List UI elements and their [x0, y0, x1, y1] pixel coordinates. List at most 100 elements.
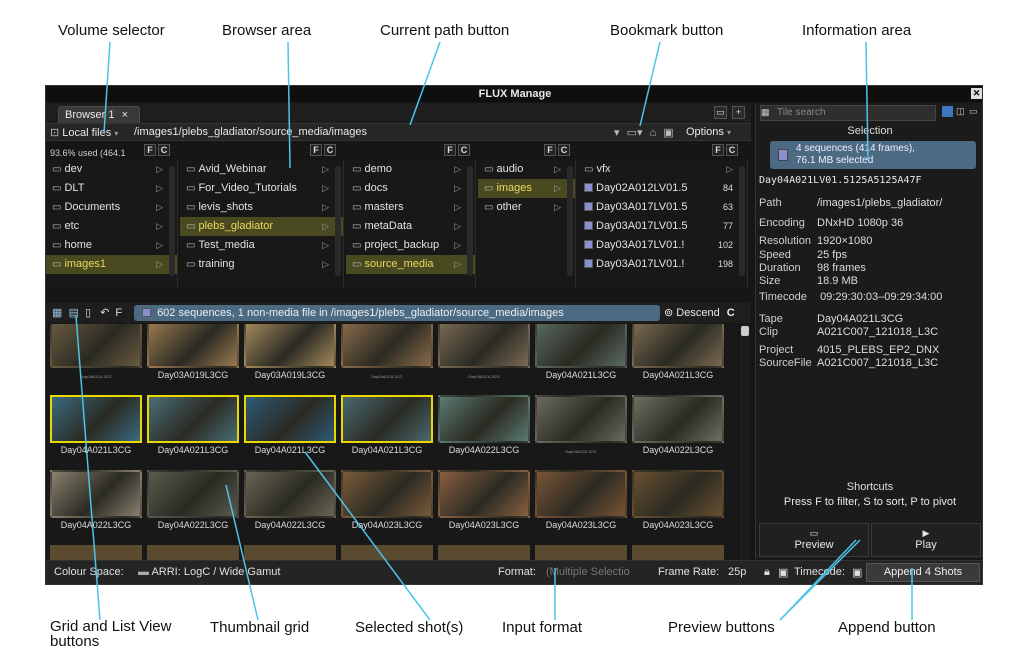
folder-item[interactable]: ▭ training ▷ [180, 255, 343, 274]
shot-thumbnail[interactable] [535, 545, 627, 560]
layout-full-icon[interactable]: ▭ [969, 106, 978, 117]
close-icon[interactable]: ✕ [971, 88, 982, 99]
shot-thumbnail[interactable]: Day04A023L3CG [438, 470, 530, 532]
shot-thumbnail[interactable]: Day04A022L3CG [438, 395, 530, 457]
shot-thumbnail[interactable]: Day04A023L3CG [535, 470, 627, 532]
shot-thumbnail[interactable]: Day04A022L3CG [632, 395, 724, 457]
folder-item[interactable]: ▭ audio ▷ [478, 160, 575, 179]
layout-split-icon[interactable]: ◫ [956, 106, 965, 117]
play-button[interactable]: ▶ Play [871, 523, 981, 557]
folder-item[interactable]: ▭ etc ▷ [46, 217, 177, 236]
shot-thumbnail[interactable]: Day04A023L3CG [632, 470, 724, 532]
home-icon[interactable]: ⌂ [650, 127, 657, 139]
shot-thumbnail[interactable] [438, 545, 530, 560]
folder-item[interactable]: ▭ images ▷ [478, 179, 575, 198]
refresh-icon[interactable]: C [158, 144, 170, 156]
bookmark-icon[interactable]: ▭▾ [627, 127, 643, 139]
shot-thumbnail[interactable]: Day04A021L3CG [341, 324, 433, 382]
preview-button[interactable]: ▭ Preview [759, 523, 869, 557]
folder-item[interactable]: ▭ Test_media ▷ [180, 236, 343, 255]
folder-item[interactable]: ▭ dev ▷ [46, 160, 177, 179]
shot-thumbnail[interactable] [50, 545, 142, 560]
tile-search-input[interactable]: Tile search [760, 105, 936, 121]
folder-item[interactable]: ▭ metaData ▷ [346, 217, 475, 236]
filter-icon[interactable]: F [544, 144, 556, 156]
chevron-down-icon[interactable]: ▾ [614, 127, 620, 139]
shot-thumbnail[interactable]: Day04A021L3CG [147, 395, 239, 457]
folder-item[interactable]: ▭ Avid_Webinar ▷ [180, 160, 343, 179]
options-button[interactable]: Options ▾ [686, 126, 731, 138]
refresh-icon[interactable]: C [558, 144, 570, 156]
folder-item[interactable]: ▭ source_media ▷ [346, 255, 475, 274]
folder-item[interactable]: ▭ images1 ▷ [46, 255, 177, 274]
file-icon[interactable]: ▯ [85, 307, 91, 319]
folder-item[interactable]: ▭ vfx ▷ [578, 160, 747, 179]
filter-icon[interactable]: F [310, 144, 322, 156]
folder-item[interactable]: ▭ masters ▷ [346, 198, 475, 217]
filter-icon[interactable]: F [444, 144, 456, 156]
list-view-icon[interactable]: ▤ [68, 307, 78, 319]
shot-thumbnail[interactable]: Day04A021L3CG [632, 324, 724, 382]
column-scrollbar[interactable] [467, 166, 473, 276]
layout-single-icon[interactable] [942, 106, 953, 117]
filter-icon[interactable]: F [115, 307, 122, 319]
folder-item[interactable]: ▭ demo ▷ [346, 160, 475, 179]
grid-size-icon[interactable]: ▦ [761, 107, 770, 118]
refresh-icon[interactable]: C [727, 307, 735, 319]
shot-thumbnail[interactable]: Day04A022L3CG [535, 395, 627, 457]
folder-item[interactable]: Day03A017LV01.! 198 [578, 255, 747, 274]
colour-space-select[interactable]: ▬ ARRI: LogC / Wide Gamut [138, 566, 280, 578]
pivot-icon[interactable]: ↶ [100, 307, 109, 319]
timecode-icon[interactable]: ▣ [852, 566, 862, 579]
new-window-icon[interactable]: ▭ [714, 106, 727, 119]
folder-item[interactable]: ▭ home ▷ [46, 236, 177, 255]
filter-icon[interactable]: F [712, 144, 724, 156]
shot-thumbnail[interactable]: Day04A023L3CG [341, 470, 433, 532]
volume-selector[interactable]: ⊡ Local files ▾ [50, 126, 118, 139]
folder-item[interactable]: ▭ Documents ▷ [46, 198, 177, 217]
format-select[interactable]: (Multiple Selectio [546, 566, 630, 578]
folder-item[interactable]: ▭ project_backup ▷ [346, 236, 475, 255]
folder-item[interactable]: Day02A012LV01.5 84 [578, 179, 747, 198]
column-scrollbar[interactable] [567, 166, 573, 276]
shot-thumbnail[interactable]: Day03A019L3CG [147, 324, 239, 382]
folder-icon[interactable]: ▣ [663, 127, 673, 139]
shot-thumbnail[interactable] [632, 545, 724, 560]
folder-item[interactable]: Day03A017LV01.! 102 [578, 236, 747, 255]
column-scrollbar[interactable] [335, 166, 341, 276]
shot-thumbnail[interactable]: Day03A019L3CG [244, 324, 336, 382]
shot-thumbnail[interactable] [244, 545, 336, 560]
folder-item[interactable]: ▭ other ▷ [478, 198, 575, 217]
grid-view-icon[interactable]: ▦ [52, 307, 62, 319]
frame-rate-select[interactable]: 25p [728, 566, 746, 578]
sort-order-button[interactable]: ⊚ Descend C [664, 306, 735, 319]
column-scrollbar[interactable] [739, 166, 745, 276]
folder-item[interactable]: ▭ levis_shots ▷ [180, 198, 343, 217]
refresh-icon[interactable]: C [324, 144, 336, 156]
current-path-button[interactable]: /images1/plebs_gladiator/source_media/im… [134, 126, 624, 138]
folder-item[interactable]: ▭ DLT ▷ [46, 179, 177, 198]
scroll-down-icon[interactable] [741, 326, 749, 336]
shot-thumbnail[interactable] [147, 545, 239, 560]
grid-scrollbar[interactable] [740, 324, 750, 560]
add-tab-icon[interactable]: + [732, 106, 745, 119]
shot-thumbnail[interactable]: Day04A021L3CG [341, 395, 433, 457]
lock-icon[interactable]: 🔒︎ [764, 566, 770, 579]
folder-item[interactable]: ▭ For_Video_Tutorials ▷ [180, 179, 343, 198]
folder-item[interactable]: Day03A017LV01.5 63 [578, 198, 747, 217]
shot-thumbnail[interactable] [341, 545, 433, 560]
shot-thumbnail[interactable]: Day04A022L3CG [244, 470, 336, 532]
folder-item[interactable]: Day03A017LV01.5 77 [578, 217, 747, 236]
shot-thumbnail[interactable]: Day04A022L3CG [50, 470, 142, 532]
tab-browser-1[interactable]: Browser 1 × [58, 106, 140, 123]
shot-thumbnail[interactable]: Day04A021L3CG [50, 324, 142, 382]
append-button[interactable]: Append 4 Shots [866, 563, 980, 582]
refresh-icon[interactable]: C [458, 144, 470, 156]
shot-thumbnail[interactable]: Day04A021L3CG [50, 395, 142, 457]
shot-thumbnail[interactable]: Day04A021L3CG [535, 324, 627, 382]
shot-thumbnail[interactable]: Day04A022L3CG [147, 470, 239, 532]
folder-item[interactable]: ▭ docs ▷ [346, 179, 475, 198]
tab-close-icon[interactable]: × [122, 109, 128, 121]
shot-thumbnail[interactable]: Day04A021L3CG [438, 324, 530, 382]
timecode-toggle-icon[interactable]: ▣ [778, 566, 788, 579]
